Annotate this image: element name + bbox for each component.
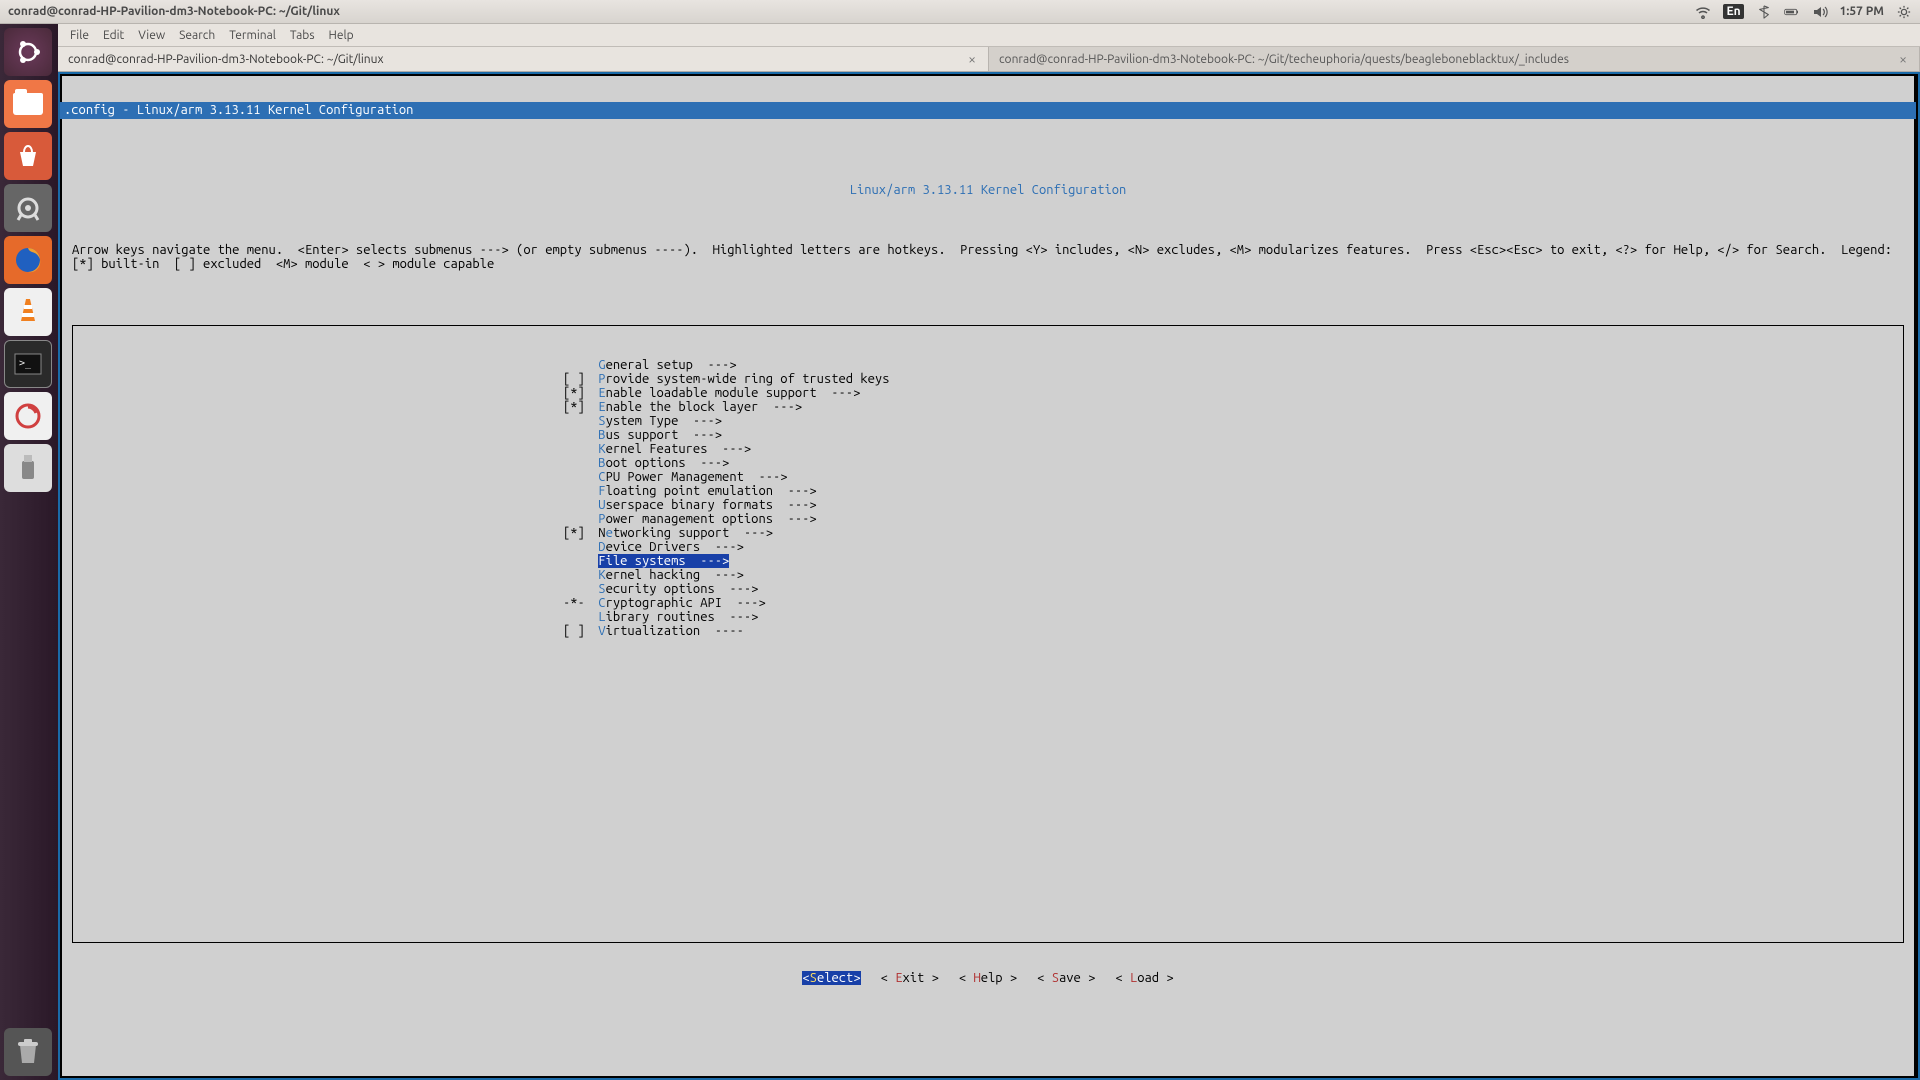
- menuconfig-item[interactable]: Device Drivers --->: [563, 540, 1903, 554]
- menuconfig-item[interactable]: Security options --->: [563, 582, 1903, 596]
- menuconfig-exit-button[interactable]: < Exit >: [881, 971, 939, 985]
- keyboard-layout-indicator[interactable]: En: [1723, 4, 1743, 19]
- close-icon[interactable]: ×: [1897, 51, 1909, 67]
- terminal-tab-label: conrad@conrad-HP-Pavilion-dm3-Notebook-P…: [68, 53, 384, 66]
- menuconfig-item[interactable]: File systems --->: [563, 554, 1903, 568]
- menu-view[interactable]: View: [132, 27, 171, 44]
- menuconfig-item[interactable]: CPU Power Management --->: [563, 470, 1903, 484]
- window-title: conrad@conrad-HP-Pavilion-dm3-Notebook-P…: [8, 5, 340, 18]
- menu-terminal[interactable]: Terminal: [223, 27, 282, 44]
- close-icon[interactable]: ×: [966, 51, 978, 67]
- menuconfig-item[interactable]: Floating point emulation --->: [563, 484, 1903, 498]
- menuconfig-item[interactable]: General setup --->: [563, 358, 1903, 372]
- menuconfig-item[interactable]: Power management options --->: [563, 512, 1903, 526]
- menuconfig-item[interactable]: Kernel Features --->: [563, 442, 1903, 456]
- menuconfig-save-button[interactable]: < Save >: [1037, 971, 1095, 985]
- software-center-icon[interactable]: [4, 132, 52, 180]
- firefox-icon[interactable]: [4, 236, 52, 284]
- menuconfig-title: Linux/arm 3.13.11 Kernel Configuration: [62, 183, 1914, 197]
- terminal-body-wrap: .config - Linux/arm 3.13.11 Kernel Confi…: [58, 72, 1920, 1080]
- terminal-window: File Edit View Search Terminal Tabs Help…: [58, 24, 1920, 1080]
- menuconfig-item[interactable]: System Type --->: [563, 414, 1903, 428]
- top-panel: conrad@conrad-HP-Pavilion-dm3-Notebook-P…: [0, 0, 1920, 24]
- terminal-tab-1[interactable]: conrad@conrad-HP-Pavilion-dm3-Notebook-P…: [58, 47, 989, 71]
- menuconfig-menu-box: General setup --->[ ] Provide system-wid…: [72, 325, 1904, 943]
- svg-text:>_: >_: [19, 358, 32, 369]
- document-viewer-icon[interactable]: [4, 392, 52, 440]
- wifi-icon[interactable]: [1695, 5, 1711, 19]
- desktop: File Edit View Search Terminal Tabs Help…: [58, 24, 1920, 1080]
- bluetooth-icon[interactable]: [1756, 5, 1772, 19]
- menuconfig-item[interactable]: [ ] Virtualization ----: [563, 624, 1903, 638]
- menuconfig-item[interactable]: [*] Enable loadable module support --->: [563, 386, 1903, 400]
- clock[interactable]: 1:57 PM: [1840, 5, 1884, 18]
- menuconfig-item[interactable]: [*] Enable the block layer --->: [563, 400, 1903, 414]
- ubuntu-dash-icon[interactable]: [4, 28, 52, 76]
- menuconfig-item[interactable]: Boot options --->: [563, 456, 1903, 470]
- menuconfig-instructions: Arrow keys navigate the menu. <Enter> se…: [62, 227, 1914, 289]
- terminal-output[interactable]: .config - Linux/arm 3.13.11 Kernel Confi…: [60, 74, 1918, 1078]
- menuconfig-menu[interactable]: General setup --->[ ] Provide system-wid…: [73, 358, 1903, 638]
- settings-icon[interactable]: [4, 184, 52, 232]
- terminal-tab-2[interactable]: conrad@conrad-HP-Pavilion-dm3-Notebook-P…: [989, 47, 1920, 71]
- battery-icon[interactable]: [1784, 5, 1800, 19]
- unity-launcher: >_: [0, 24, 58, 1080]
- volume-icon[interactable]: [1812, 5, 1828, 19]
- vlc-icon[interactable]: [4, 288, 52, 336]
- files-icon[interactable]: [4, 80, 52, 128]
- trash-icon[interactable]: [4, 1028, 52, 1076]
- terminal-tabbar: conrad@conrad-HP-Pavilion-dm3-Notebook-P…: [58, 46, 1920, 72]
- menu-help[interactable]: Help: [323, 27, 360, 44]
- menuconfig-item[interactable]: Library routines --->: [563, 610, 1903, 624]
- menuconfig-item[interactable]: Kernel hacking --->: [563, 568, 1903, 582]
- menu-edit[interactable]: Edit: [97, 27, 130, 44]
- menuconfig-item[interactable]: [*] Networking support --->: [563, 526, 1903, 540]
- terminal-menubar: File Edit View Search Terminal Tabs Help: [58, 24, 1920, 46]
- menuconfig-item[interactable]: Bus support --->: [563, 428, 1903, 442]
- system-tray: En 1:57 PM: [1695, 4, 1912, 19]
- menuconfig-item[interactable]: -*- Cryptographic API --->: [563, 596, 1903, 610]
- menu-search[interactable]: Search: [173, 27, 221, 44]
- usb-drive-icon[interactable]: [4, 444, 52, 492]
- menuconfig-load-button[interactable]: < Load >: [1115, 971, 1173, 985]
- menu-tabs[interactable]: Tabs: [284, 27, 321, 44]
- menuconfig-item[interactable]: Userspace binary formats --->: [563, 498, 1903, 512]
- menuconfig-button-bar: <Select> < Exit > < Help > < Save > < Load >: [62, 971, 1914, 988]
- menuconfig-select-button[interactable]: <Select>: [802, 971, 860, 985]
- gear-icon[interactable]: [1896, 5, 1912, 19]
- menuconfig-help-button[interactable]: < Help >: [959, 971, 1017, 985]
- terminal-icon[interactable]: >_: [4, 340, 52, 388]
- menuconfig-item[interactable]: [ ] Provide system-wide ring of trusted …: [563, 372, 1903, 386]
- terminal-tab-label: conrad@conrad-HP-Pavilion-dm3-Notebook-P…: [999, 53, 1569, 66]
- menuconfig-statusline: .config - Linux/arm 3.13.11 Kernel Confi…: [60, 102, 1916, 119]
- menu-file[interactable]: File: [64, 27, 95, 44]
